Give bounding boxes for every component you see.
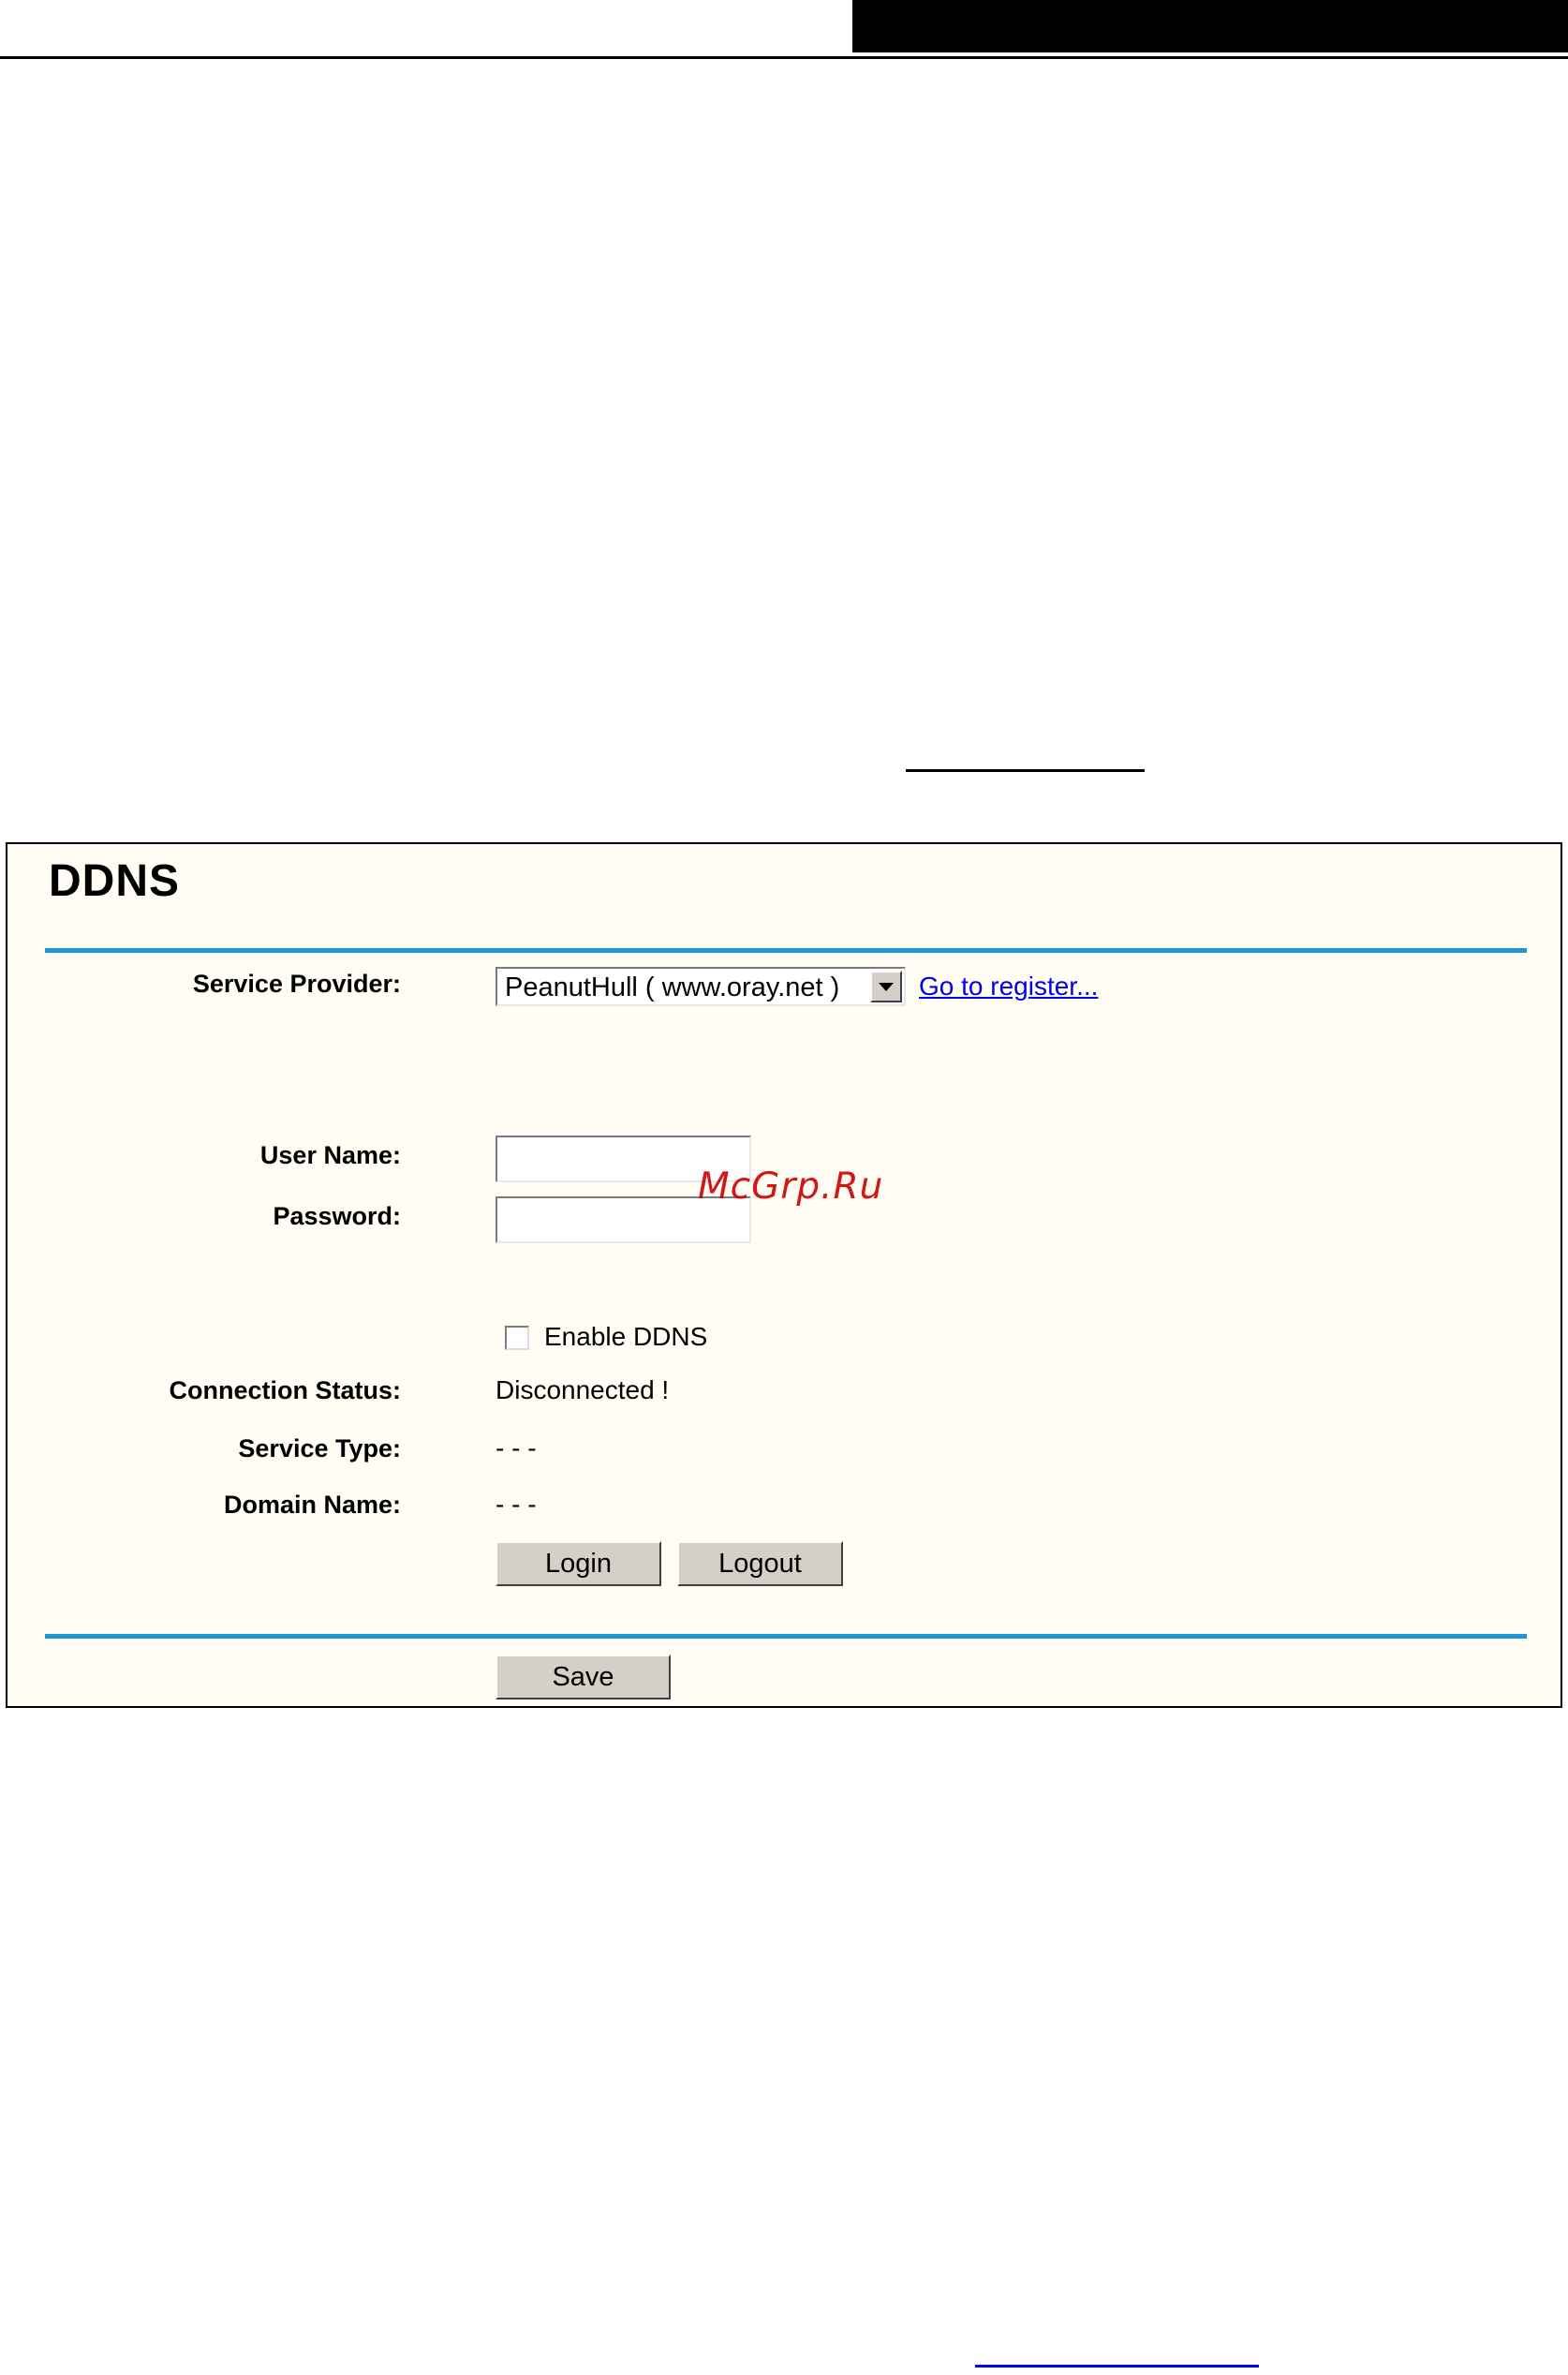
enable-ddns-checkbox[interactable]	[505, 1326, 529, 1350]
header-black-bar	[852, 0, 1568, 52]
user-name-label: User Name:	[259, 1141, 401, 1169]
ddns-panel: DDNS Service Provider: PeanutHull ( www.…	[6, 842, 1562, 1708]
enable-ddns-label: Enable DDNS	[544, 1322, 708, 1351]
page-title: DDNS	[49, 856, 181, 906]
go-to-register-link[interactable]: Go to register...	[919, 972, 1098, 1002]
header-rule	[0, 56, 1568, 59]
domain-name-value: - - -	[496, 1490, 537, 1519]
footer-link-underline	[975, 2365, 1259, 2368]
service-type-label: Service Type:	[238, 1434, 401, 1462]
connection-status-value: Disconnected !	[496, 1375, 670, 1404]
service-provider-label: Service Provider:	[192, 970, 401, 998]
save-button[interactable]: Save	[496, 1655, 671, 1700]
password-label: Password:	[273, 1202, 401, 1230]
logout-button[interactable]: Logout	[677, 1541, 843, 1586]
top-divider	[45, 948, 1527, 953]
connection-status-label: Connection Status:	[169, 1376, 402, 1404]
bottom-divider	[45, 1634, 1527, 1639]
service-provider-select[interactable]: PeanutHull ( www.oray.net )	[496, 967, 906, 1006]
watermark: McGrp.Ru	[698, 1165, 884, 1208]
domain-name-label: Domain Name:	[223, 1491, 401, 1519]
service-type-value: - - -	[496, 1433, 537, 1462]
chevron-down-icon[interactable]	[870, 971, 902, 1002]
service-provider-selected: PeanutHull ( www.oray.net )	[505, 972, 840, 1002]
login-button[interactable]: Login	[496, 1541, 661, 1586]
underline-mark	[906, 769, 1145, 772]
